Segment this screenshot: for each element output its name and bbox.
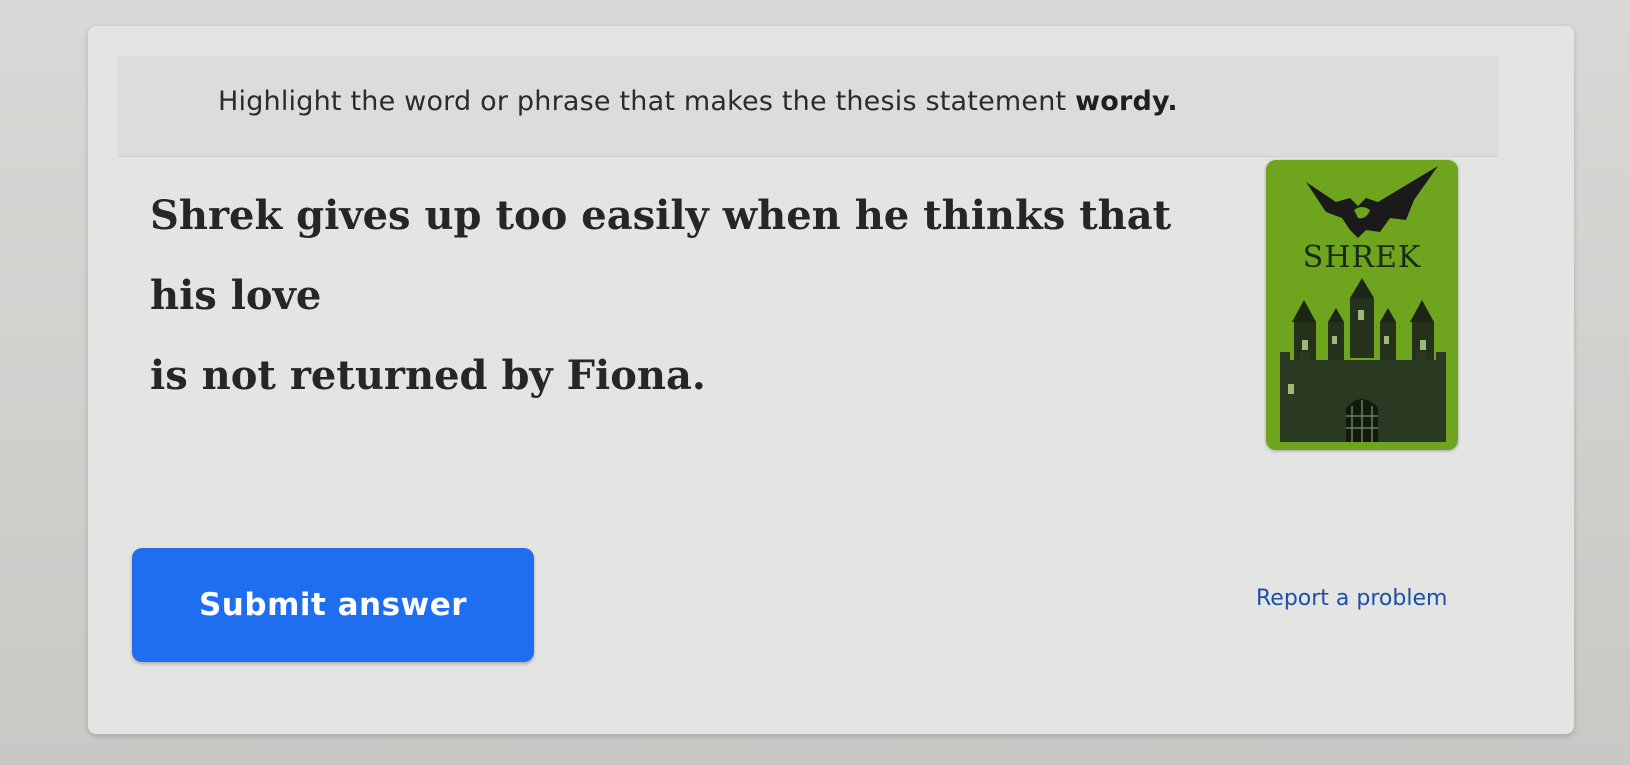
prompt-text: Highlight the word or phrase that makes …: [218, 86, 1076, 117]
question-card: Highlight the word or phrase that makes …: [88, 26, 1574, 734]
thesis-word[interactable]: Shrek: [150, 192, 282, 239]
thesis-word[interactable]: up: [424, 192, 481, 239]
dragon-icon: [1306, 166, 1438, 238]
thesis-word[interactable]: returned: [290, 352, 488, 399]
book-cover-image: SHREK: [1266, 160, 1458, 450]
thesis-word[interactable]: love: [231, 272, 322, 319]
thesis-word[interactable]: thinks: [923, 192, 1065, 239]
thesis-word[interactable]: when: [723, 192, 841, 239]
thesis-word[interactable]: he: [855, 192, 910, 239]
thesis-line-1: Shrek gives up too easily when he thinks…: [150, 176, 1210, 336]
prompt-emphasis: wordy.: [1075, 86, 1178, 117]
thesis-statement: Shrek gives up too easily when he thinks…: [150, 176, 1210, 416]
thesis-word[interactable]: easily: [581, 192, 709, 239]
thesis-word[interactable]: gives: [296, 192, 410, 239]
thesis-word[interactable]: his: [150, 272, 217, 319]
thesis-word[interactable]: too: [495, 192, 567, 239]
thesis-word[interactable]: Fiona.: [567, 352, 706, 399]
report-problem-link[interactable]: Report a problem: [1256, 586, 1447, 611]
submit-answer-button[interactable]: Submit answer: [132, 548, 534, 662]
thesis-word[interactable]: by: [501, 352, 552, 399]
cover-title: SHREK: [1302, 240, 1422, 275]
thesis-line-2: is not returned by Fiona.: [150, 336, 1210, 416]
thesis-word[interactable]: that: [1079, 192, 1171, 239]
thesis-word[interactable]: is: [150, 352, 188, 399]
thesis-word[interactable]: not: [202, 352, 276, 399]
castle-icon: [1280, 278, 1446, 442]
question-prompt: Highlight the word or phrase that makes …: [218, 86, 1178, 117]
